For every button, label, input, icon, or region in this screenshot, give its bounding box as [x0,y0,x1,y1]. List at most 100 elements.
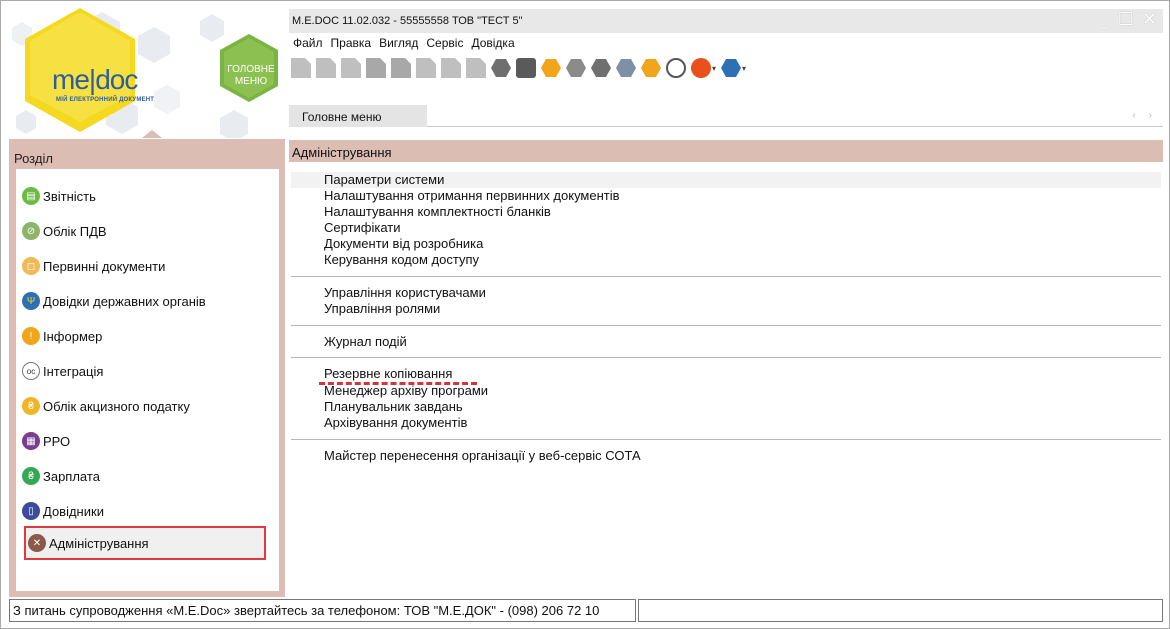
menu-view[interactable]: Вигляд [379,36,418,52]
sidebar-item-label: Адміністрування [49,535,149,551]
logo-wordmark: me|doc [52,64,138,96]
link-access-code[interactable]: Керування кодом доступу [324,252,479,267]
comment-icon[interactable] [666,58,686,78]
window-title: M.E.DOC 11.02.032 - 55555558 ТОВ "ТЕСТ 5… [292,15,523,27]
admin-menu-content: Параметри системи Налаштування отримання… [289,162,1163,597]
sidebar-item-integration[interactable]: oc Інтеграція [22,359,103,383]
print-icon[interactable] [516,58,536,78]
sections-list: ▤ Звітність ⊘ Облік ПДВ ◻ Первинні докум… [16,169,279,591]
sidebar-item-label: РРО [43,433,71,449]
edit-document-icon[interactable] [391,58,411,78]
sidebar-item-directories[interactable]: ▯ Довідники [22,499,104,523]
link-migration-wizard[interactable]: Майстер перенесення організації у веб-се… [324,448,641,463]
new-document-icon[interactable] [291,58,311,78]
remove-document-icon[interactable] [466,58,486,78]
menu-edit[interactable]: Правка [331,36,372,52]
sidebar-item-excise[interactable]: ₴ Облік акцизного податку [22,394,190,418]
title-bar: M.E.DOC 11.02.032 - 55555558 ТОВ "ТЕСТ 5… [289,9,1163,33]
gov-references-icon: Ψ [22,292,40,310]
cash-register-icon: ▦ [22,432,40,450]
directories-icon: ▯ [22,502,40,520]
menu-help[interactable]: Довідка [471,36,514,52]
sidebar-item-administration[interactable]: ✕ Адміністрування [24,526,266,560]
vat-icon: ⊘ [22,222,40,240]
help-icon[interactable] [641,59,661,77]
reports-icon: ▤ [22,187,40,205]
send-envelope-icon[interactable] [541,59,561,77]
sidebar-item-label: Інформер [43,328,103,344]
link-system-parameters[interactable]: Параметри системи [324,172,444,187]
sidebar-item-vat[interactable]: ⊘ Облік ПДВ [22,219,107,243]
sidebar-item-label: Довідки державних органів [43,293,206,309]
open-document-icon[interactable] [316,58,336,78]
delete-document-icon[interactable] [341,58,361,78]
chevron-down-icon[interactable]: ▾ [742,64,746,73]
main-menu-button[interactable]: ГОЛОВНЕ МЕНЮ [226,64,276,88]
divider [291,357,1161,358]
link-developer-documents[interactable]: Документи від розробника [324,236,483,251]
tab-strip: Головне меню ‹ › [289,105,1163,127]
sidebar-item-primary-docs[interactable]: ◻ Первинні документи [22,254,165,278]
minimize-button[interactable]: _ [1100,9,1110,30]
users-help-icon[interactable] [721,59,742,77]
sidebar-item-cash-register[interactable]: ▦ РРО [22,429,70,453]
link-primary-docs-settings[interactable]: Налаштування отримання первинних докумен… [324,188,620,203]
sidebar-item-label: Довідники [43,503,104,519]
sidebar-item-gov-references[interactable]: Ψ Довідки державних органів [22,289,206,313]
link-event-log[interactable]: Журнал подій [324,334,407,349]
sidebar-item-label: Інтеграція [43,363,104,379]
window-controls: _ ☐ ✕ [1100,9,1157,30]
link-user-management[interactable]: Управління користувачами [324,285,486,300]
settings-gear-icon[interactable] [566,59,586,77]
logo-me-text: me [52,64,90,95]
primary-docs-icon: ◻ [22,257,40,275]
maximize-button[interactable]: ☐ [1118,9,1134,30]
sidebar-item-salary[interactable]: ₴ Зарплата [22,464,100,488]
status-right-panel [638,599,1163,622]
link-backup[interactable]: Резервне копіювання [324,366,452,381]
sidebar-item-informer[interactable]: ! Інформер [22,324,102,348]
sidebar-item-label: Первинні документи [43,258,166,274]
divider [291,439,1161,440]
excise-icon: ₴ [22,397,40,415]
salary-icon: ₴ [22,467,40,485]
close-button[interactable]: ✕ [1142,9,1157,30]
logo-subtitle: МІЙ ЕЛЕКТРОННИЙ ДОКУМЕНТ [56,97,155,103]
sidebar-item-label: Облік акцизного податку [43,398,190,414]
sections-panel: Розділ ▤ Звітність ⊘ Облік ПДВ ◻ Первинн… [9,139,285,597]
sections-panel-title: Розділ [14,151,53,166]
divider [291,325,1161,326]
find-document-icon[interactable] [441,58,461,78]
logo-header: me|doc МІЙ ЕЛЕКТРОННИЙ ДОКУМЕНТ ГОЛОВНЕ … [2,2,284,138]
integration-icon: oc [22,362,40,380]
menu-file[interactable]: Файл [293,36,323,52]
link-role-management[interactable]: Управління ролями [324,301,440,316]
link-certificates[interactable]: Сертифікати [324,220,401,235]
chevron-down-icon[interactable]: ▾ [712,64,716,73]
tab-main-menu[interactable]: Головне меню [289,105,427,127]
section-title: Адміністрування [289,140,1163,162]
link-task-scheduler[interactable]: Планувальник завдань [324,399,463,414]
inbox-icon[interactable] [591,59,611,77]
link-document-archiving[interactable]: Архівування документів [324,415,467,430]
status-bar: З питань супроводження «M.E.Doc» звертай… [9,599,1163,622]
chat-bubble-icon[interactable] [691,58,711,78]
sidebar-item-label: Облік ПДВ [43,223,107,239]
archive-icon[interactable] [491,59,511,77]
check-badge-icon[interactable] [616,59,636,77]
sidebar-item-reports[interactable]: ▤ Звітність [22,184,96,208]
divider [291,276,1161,277]
tab-scroll-arrows[interactable]: ‹ › [1133,110,1157,121]
add-document-icon[interactable] [416,58,436,78]
support-status-text: З питань супроводження «M.E.Doc» звертай… [9,599,636,622]
sidebar-item-label: Зарплата [43,468,100,484]
link-archive-manager[interactable]: Менеджер архіву програми [324,383,488,398]
informer-icon: ! [22,327,40,345]
logo-doc-text: doc [95,64,138,95]
copy-document-icon[interactable] [366,58,386,78]
toolbar: ▾ ▾ [291,55,746,81]
sidebar-item-label: Звітність [43,188,96,204]
app-window: me|doc МІЙ ЕЛЕКТРОННИЙ ДОКУМЕНТ ГОЛОВНЕ … [0,0,1170,629]
link-forms-completeness[interactable]: Налаштування комплектності бланків [324,204,551,219]
menu-service[interactable]: Сервіс [426,36,463,52]
